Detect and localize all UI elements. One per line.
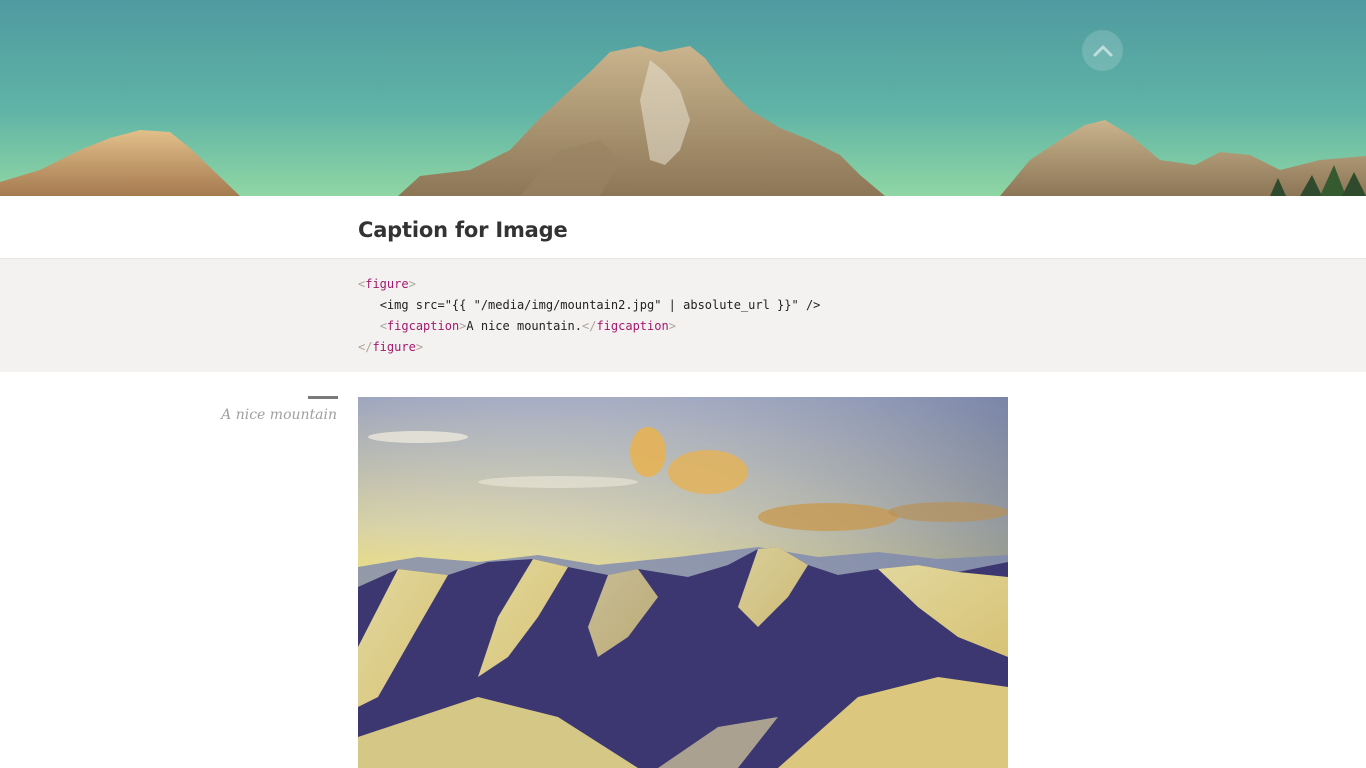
code-line-img: <img src="{{ "/media/img/mountain2.jpg" … bbox=[379, 298, 821, 312]
page-title: Caption for Image bbox=[358, 218, 568, 242]
code-tag: figcaption bbox=[596, 319, 669, 333]
code-tag: figcaption bbox=[386, 319, 460, 333]
code-bracket: </ bbox=[358, 340, 373, 354]
caption-divider bbox=[308, 396, 338, 399]
figure-caption: A nice mountain bbox=[221, 407, 337, 423]
code-bracket: > bbox=[668, 319, 676, 333]
code-bracket: < bbox=[379, 319, 387, 333]
snowy-mountains-image bbox=[358, 397, 1008, 768]
code-tag: figure bbox=[365, 277, 409, 291]
code-text: A nice mountain. bbox=[466, 319, 582, 333]
hero-mountain-image bbox=[0, 0, 1366, 196]
code-bracket: > bbox=[415, 340, 424, 354]
scroll-to-top-button[interactable] bbox=[1082, 30, 1123, 71]
code-bracket: </ bbox=[582, 319, 597, 333]
code-block: <figure> <img src="{{ "/media/img/mounta… bbox=[0, 258, 1366, 372]
chevron-up-icon bbox=[1093, 45, 1112, 56]
code-tag: figure bbox=[372, 340, 416, 354]
code-bracket: > bbox=[408, 277, 416, 291]
code-snippet: <figure> <img src="{{ "/media/img/mounta… bbox=[358, 274, 820, 358]
figure-image bbox=[358, 397, 1008, 768]
hero-banner bbox=[0, 0, 1366, 196]
